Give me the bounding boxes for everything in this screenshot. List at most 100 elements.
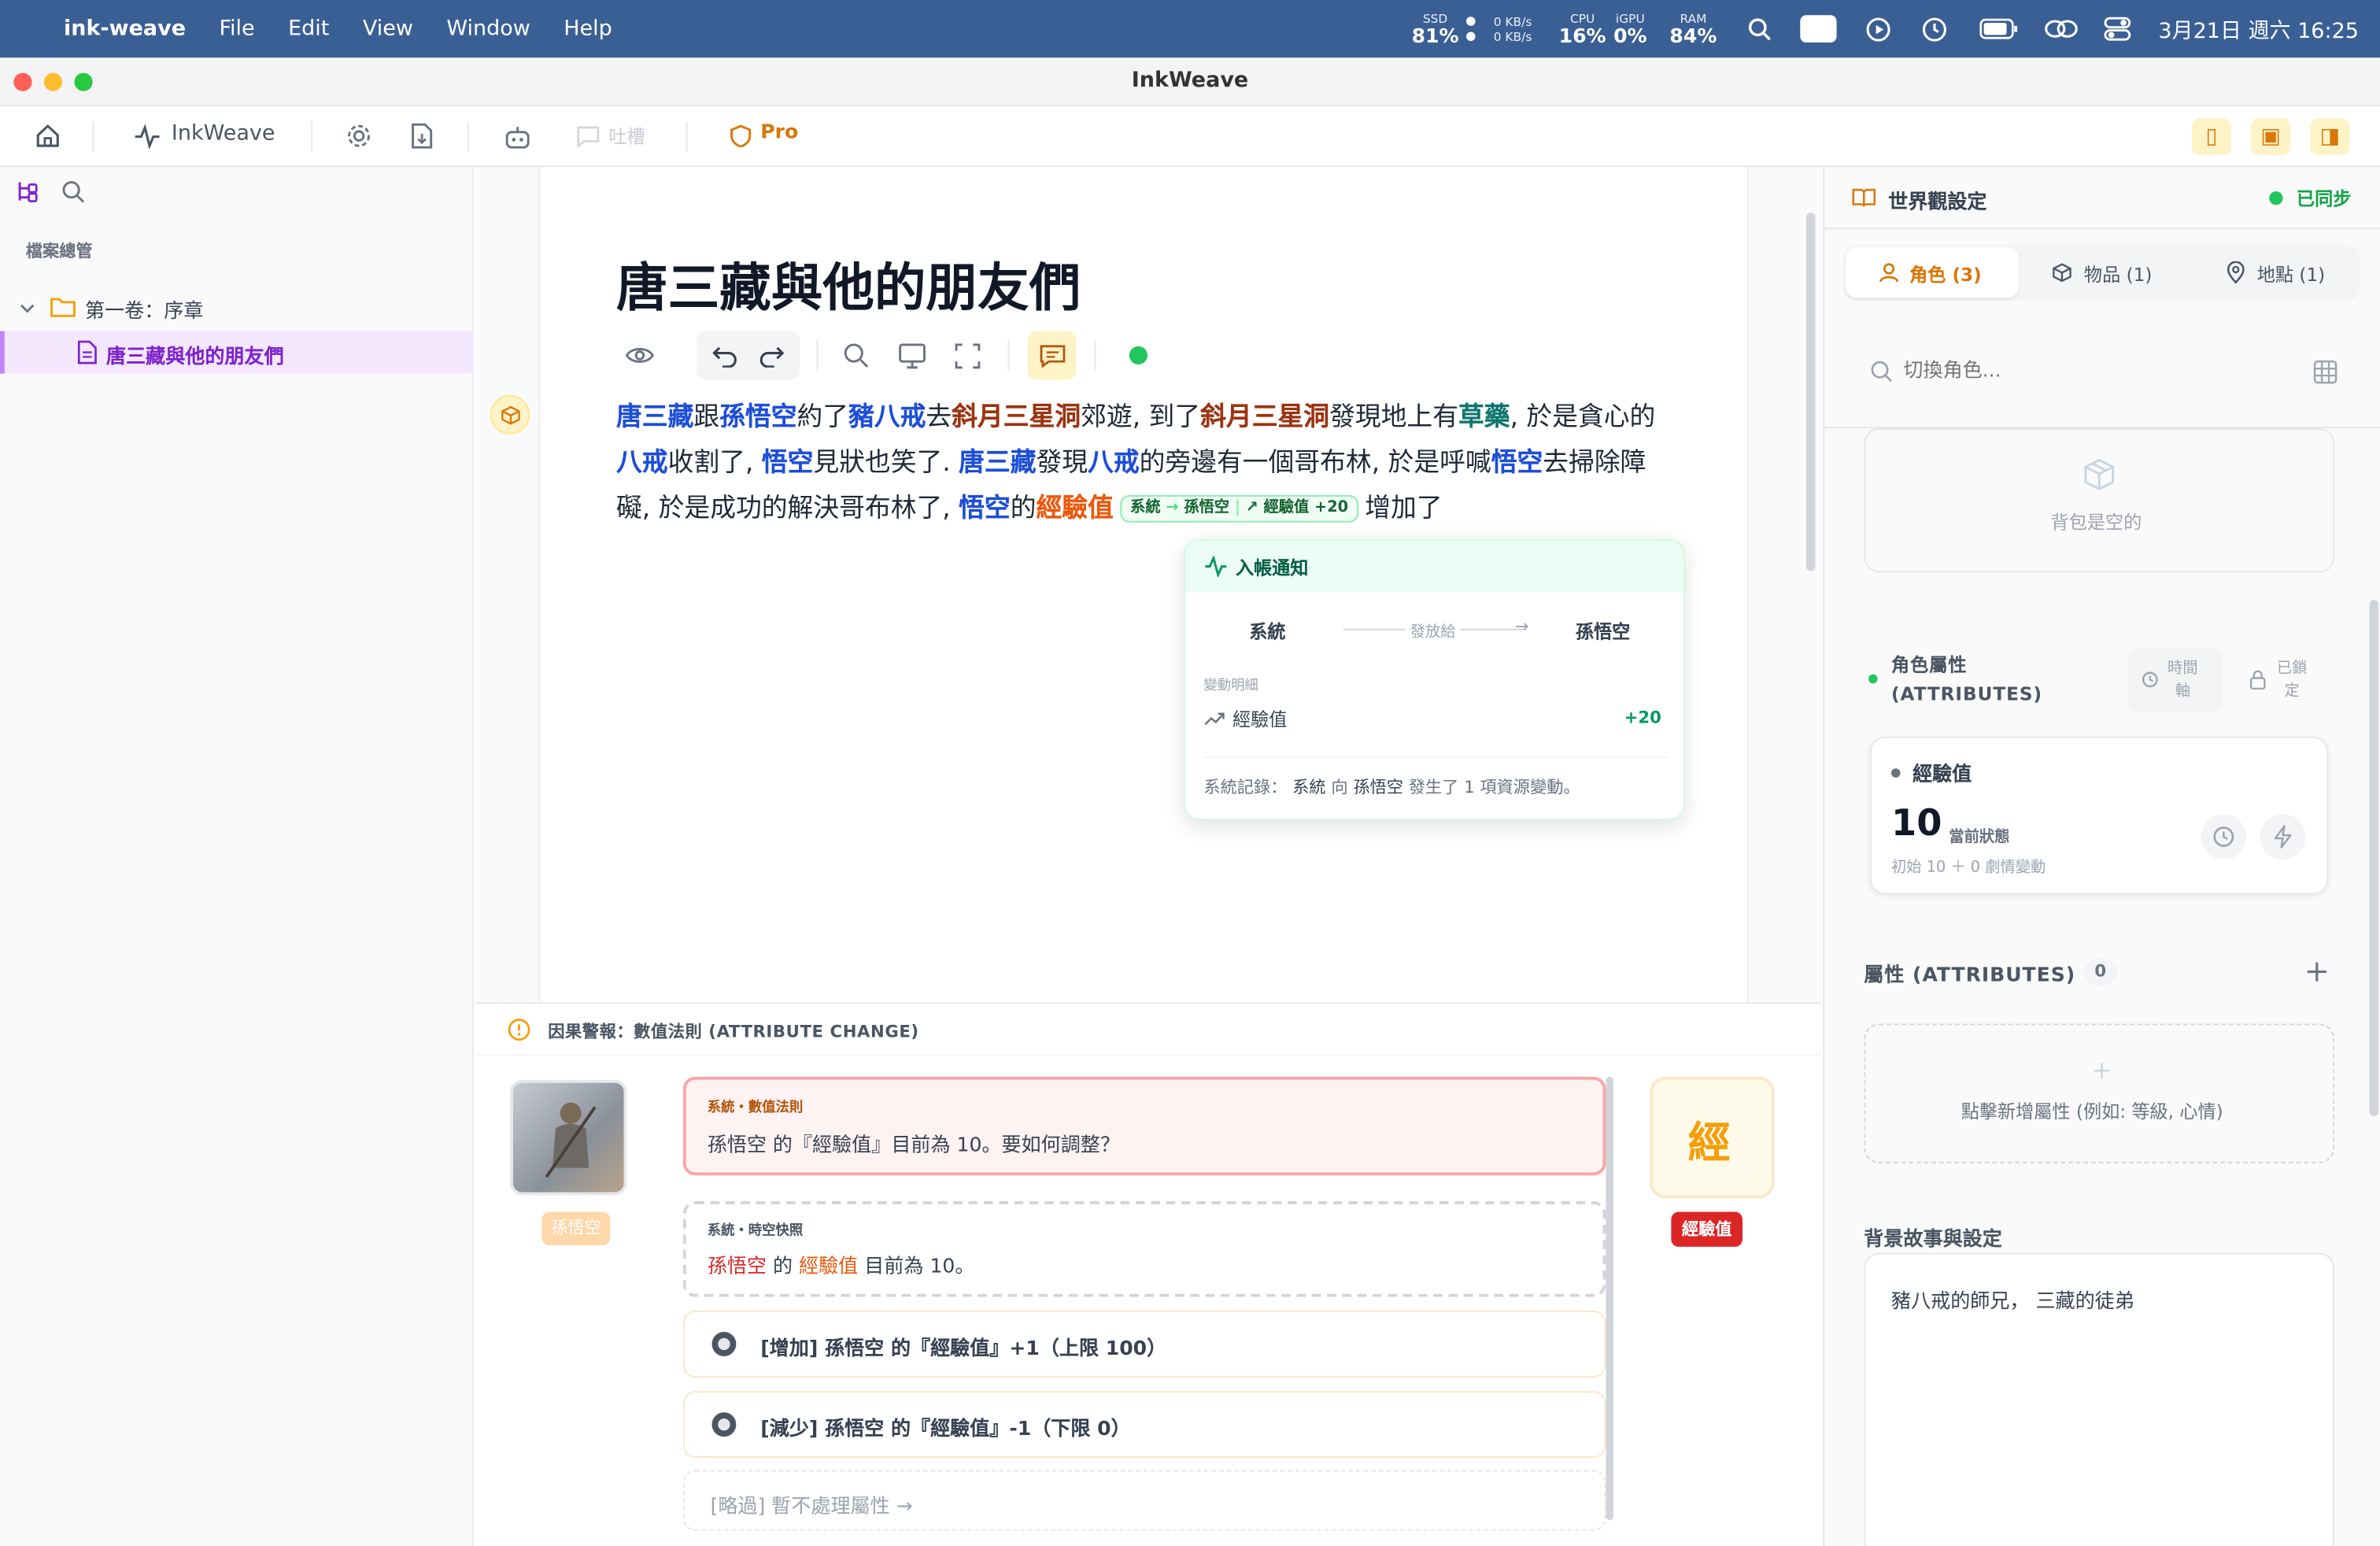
menu-file[interactable]: File	[219, 17, 254, 41]
home-icon[interactable]	[35, 123, 61, 149]
ram-stat[interactable]: RAM 84%	[1669, 12, 1717, 48]
sync-status-dot	[2269, 191, 2283, 205]
settings-gear-icon[interactable]	[346, 123, 372, 149]
ssd-stat[interactable]: SSD 81%	[1412, 12, 1459, 48]
chevron-down-icon[interactable]	[18, 301, 36, 316]
character-search-input[interactable]	[1903, 352, 2268, 389]
spotlight-search-icon[interactable]	[1747, 17, 1772, 41]
timeline-button[interactable]: 時間 軸	[2127, 648, 2223, 712]
presentation-icon[interactable]	[899, 343, 926, 369]
menubar-clock[interactable]: 3月21日 週六 16:25	[2158, 15, 2359, 46]
option-decrease-button[interactable]: [減少] 孫悟空 的『經驗值』-1（下限 0）	[682, 1391, 1606, 1459]
brand-button[interactable]: InkWeave	[172, 121, 275, 146]
entity-mention[interactable]: 經驗值	[1036, 494, 1113, 524]
find-icon[interactable]	[842, 342, 870, 369]
map-pin-icon	[2227, 261, 2245, 284]
document-body[interactable]: 唐三藏跟孫悟空約了豬八戒去斜月三星洞郊遊, 到了斜月三星洞發現地上有草藥, 於是…	[616, 395, 1679, 532]
alert-circle-icon	[508, 1019, 530, 1041]
comment-toggle-button[interactable]	[1027, 331, 1077, 380]
alert-scrollbar[interactable]	[1606, 1076, 1614, 1521]
entity-mention[interactable]: 豬八戒	[848, 402, 926, 433]
body-text: , 於是貪心的	[1510, 402, 1656, 433]
panel-divider	[1824, 227, 2380, 230]
entity-mention[interactable]: 唐三藏	[616, 402, 693, 433]
entity-mention[interactable]: 悟空	[959, 494, 1011, 524]
tab-items-label: 物品 (1)	[2083, 264, 2153, 286]
menu-help[interactable]: Help	[564, 17, 612, 41]
menu-window[interactable]: Window	[446, 17, 530, 41]
right-panel-scrollbar[interactable]	[2369, 600, 2379, 1117]
search-icon[interactable]	[61, 179, 85, 204]
ai-bot-icon[interactable]	[504, 124, 531, 149]
attr-history-button[interactable]	[2201, 814, 2247, 860]
play-icon[interactable]	[1865, 17, 1891, 43]
character-avatar[interactable]	[509, 1079, 627, 1196]
control-center-icon[interactable]	[2104, 17, 2131, 41]
option-skip-button[interactable]: [略過] 暫不處理屬性 →	[682, 1470, 1606, 1531]
tab-locations[interactable]: 地點 (1)	[2192, 247, 2359, 298]
entity-mention[interactable]: 斜月三星洞	[952, 402, 1081, 433]
toggle-preview-button[interactable]: ▣	[2251, 118, 2291, 155]
transaction-chip[interactable]: 系統 → 孫悟空 | ↗ 經驗值 +20	[1119, 494, 1359, 523]
attr-bullet	[1890, 768, 1901, 778]
entity-mention[interactable]: 草藥	[1458, 402, 1510, 433]
zoom-window-button[interactable]	[74, 72, 93, 91]
tree-file-selected[interactable]: 唐三藏與他的朋友們	[0, 331, 474, 374]
minimize-window-button[interactable]	[43, 72, 63, 91]
cpu-stat[interactable]: CPU 16%	[1559, 12, 1606, 48]
tab-items[interactable]: 物品 (1)	[2022, 247, 2189, 298]
file-tree-icon[interactable]	[15, 179, 39, 204]
attributes-count: 0	[2083, 958, 2117, 986]
entity-mention[interactable]: 八戒	[616, 448, 668, 479]
toggle-right-panel-button[interactable]: ◨	[2310, 118, 2350, 155]
feedback-button[interactable]: 吐槽	[608, 123, 645, 149]
network-stat[interactable]: 0 KB/s 0 KB/s	[1494, 15, 1532, 46]
battery-icon[interactable]	[1979, 18, 2019, 39]
locked-toggle[interactable]: 已鎖 定	[2238, 649, 2332, 712]
attribute-glyph: 經	[1687, 1117, 1731, 1168]
attr-quick-adjust-button[interactable]	[2260, 814, 2306, 860]
grid-view-icon[interactable]	[2313, 360, 2338, 384]
input-method-icon[interactable]	[1800, 15, 1837, 43]
editor-scrollbar[interactable]	[1805, 213, 1816, 571]
popup-divider	[1203, 756, 1669, 758]
document-title[interactable]: 唐三藏與他的朋友們	[616, 246, 1081, 321]
entity-mention[interactable]: 孫悟空	[719, 402, 796, 433]
toolbar-divider	[686, 121, 688, 152]
entity-mention[interactable]: 悟空	[762, 448, 814, 479]
attribute-card[interactable]: 經驗值 10 當前狀態 初始 10 ＋ 0 劇情變動	[1869, 736, 2329, 895]
entity-mention[interactable]: 斜月三星洞	[1200, 402, 1329, 433]
entity-mention[interactable]: 悟空	[1491, 448, 1543, 479]
redo-icon[interactable]	[759, 343, 785, 368]
menu-app-name[interactable]: ink-weave	[64, 17, 186, 41]
entity-mention[interactable]: 八戒	[1088, 448, 1140, 479]
entity-mention[interactable]: 唐三藏	[959, 448, 1036, 479]
menu-view[interactable]: View	[363, 17, 413, 41]
add-attribute-icon[interactable]: +	[2304, 952, 2330, 989]
tab-characters[interactable]: 角色 (3)	[1846, 247, 2019, 298]
tree-folder-label: 第一卷：序章	[84, 300, 204, 324]
feedback-icon[interactable]	[577, 126, 600, 148]
add-attribute-dropzone[interactable]: + 點擊新增屬性 (例如: 等級, 心情)	[1864, 1023, 2335, 1163]
option-decrease-label: [減少] 孫悟空 的『經驗值』-1（下限 0）	[760, 1418, 1131, 1441]
pro-button[interactable]: Pro	[760, 121, 798, 144]
arrow-right-icon: →	[1160, 499, 1184, 516]
add-attribute-hint: 點擊新增屬性 (例如: 等級, 心情)	[1961, 1100, 2223, 1123]
option-increase-button[interactable]: [增加] 孫悟空 的『經驗值』+1（上限 100）	[682, 1310, 1606, 1378]
fullscreen-icon[interactable]	[955, 343, 981, 369]
body-text: 發現地上有	[1329, 402, 1458, 433]
toggle-left-panel-button[interactable]: ▯	[2191, 118, 2231, 155]
detail-item-name: 經驗值	[1232, 708, 1288, 730]
inventory-empty-text: 背包是空的	[2050, 512, 2142, 534]
link-icon[interactable]	[2043, 17, 2079, 41]
tree-folder-volume-1[interactable]: 第一卷：序章	[0, 289, 474, 328]
close-window-button[interactable]	[13, 72, 32, 91]
menu-edit[interactable]: Edit	[288, 17, 329, 41]
gpu-stat[interactable]: iGPU 0%	[1613, 12, 1647, 48]
export-file-icon[interactable]	[410, 123, 434, 149]
undo-icon[interactable]	[711, 343, 737, 368]
side-item-marker[interactable]	[490, 394, 530, 435]
time-machine-icon[interactable]	[1922, 17, 1948, 43]
backstory-textarea[interactable]: 豬八戒的師兄， 三藏的徒弟	[1864, 1252, 2335, 1546]
preview-eye-icon[interactable]	[625, 345, 655, 366]
